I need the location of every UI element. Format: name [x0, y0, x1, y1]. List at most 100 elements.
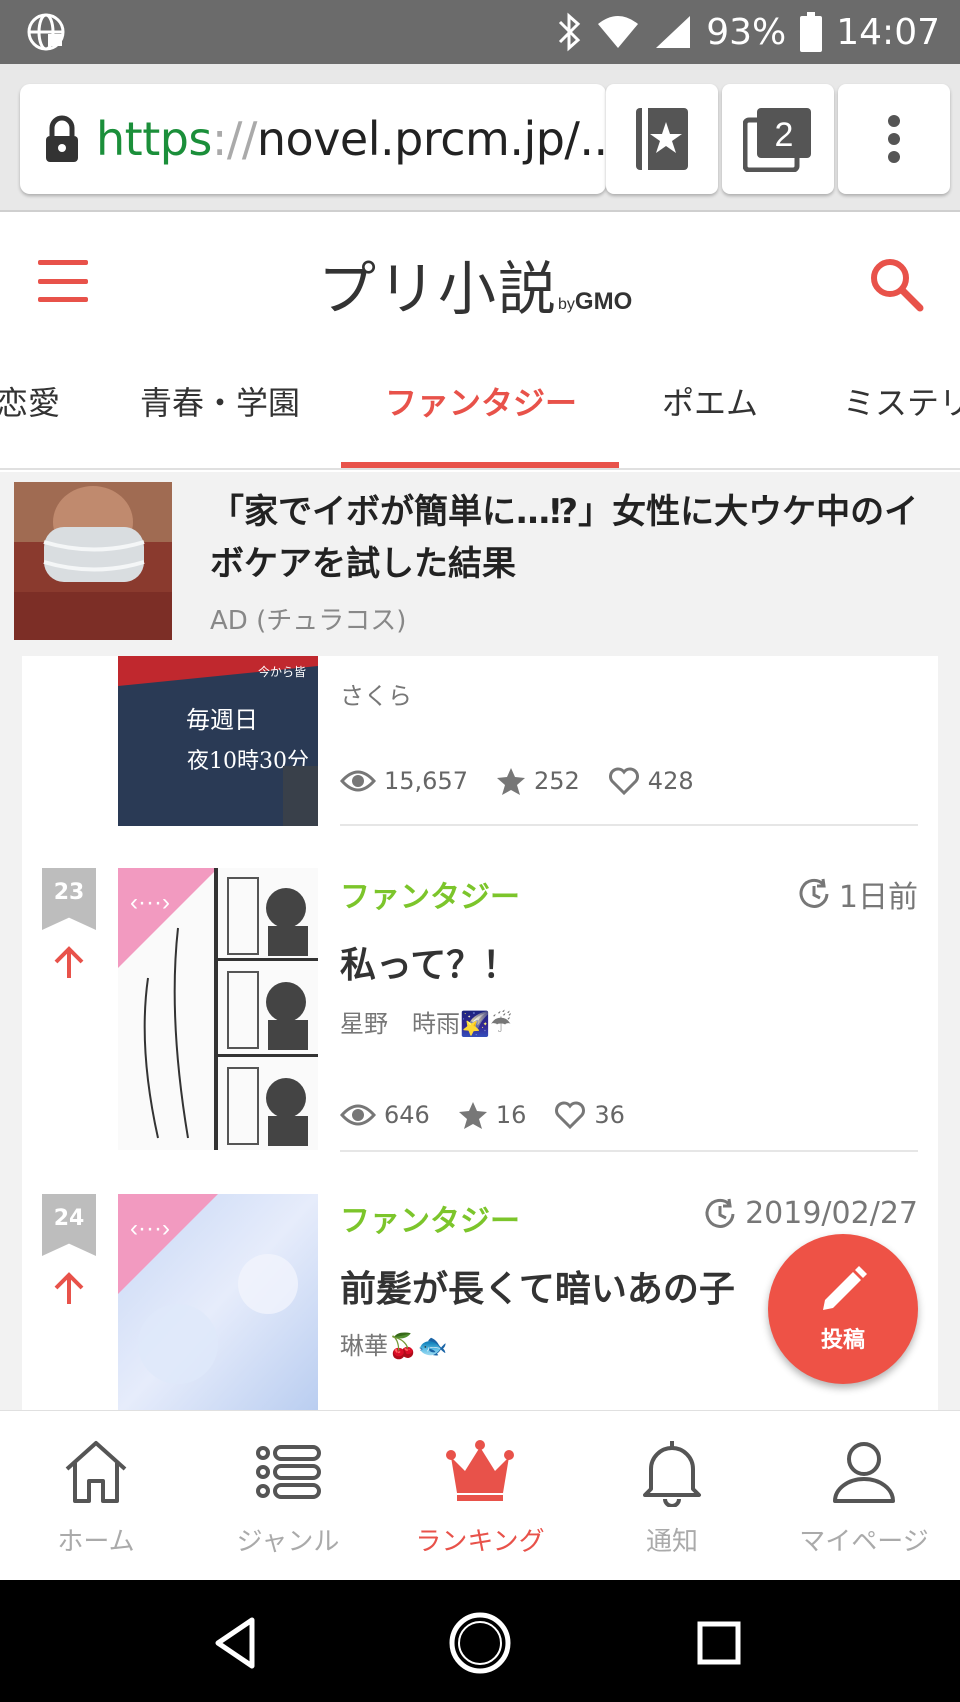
history-clock-icon [799, 878, 829, 908]
heart-icon [608, 767, 639, 796]
ad-title: 「家でイボが簡単に…⁉」女性に大ウケ中のイボケアを試した結果 [210, 492, 919, 584]
list-item[interactable]: 今から皆 毎週日 夜10時30分 さくら 15,657 252 428 [22, 656, 938, 828]
menu-bar-icon [38, 260, 88, 265]
svg-text:‹···›: ‹···› [130, 1215, 170, 1242]
ad-banner[interactable]: 「家でイボが簡単に…⁉」女性に大ウケ中のイボケアを試した結果 AD (チュラコス… [0, 472, 960, 642]
genre-tabs: 恋愛 青春・学園 ファンタジー ポエム ミステリ [0, 352, 960, 470]
novel-stats: 646 16 36 [340, 1100, 643, 1130]
novel-author: さくら [340, 682, 412, 710]
tab-poem[interactable]: ポエム [662, 378, 758, 424]
novel-thumbnail: ‹···› [118, 868, 318, 1150]
battery-percent: 93% [706, 11, 787, 53]
nav-ranking[interactable]: ランキング [384, 1411, 576, 1580]
app-header: プリ小説byGMO [0, 212, 960, 352]
tab-mystery[interactable]: ミステリ [843, 378, 960, 424]
home-icon [65, 1441, 127, 1503]
crown-icon [446, 1440, 514, 1501]
like-count: 428 [647, 767, 694, 795]
novel-title: 私って？！ [340, 945, 519, 986]
bluetooth-icon [556, 12, 582, 52]
status-bar: 93% 14:07 [0, 0, 960, 64]
battery-icon [800, 12, 823, 52]
view-count: 646 [384, 1101, 430, 1129]
nav-home[interactable]: ホーム [0, 1411, 192, 1580]
overflow-menu-button[interactable] [838, 84, 950, 194]
nav-genre-label: ジャンル [236, 1527, 340, 1557]
ad-image [14, 482, 172, 640]
search-icon[interactable] [866, 254, 926, 314]
hamburger-menu-button[interactable] [38, 260, 88, 302]
novel-thumbnail: 今から皆 毎週日 夜10時30分 [118, 656, 318, 826]
rank-up-arrow-icon [54, 1272, 84, 1304]
system-navigation-bar [0, 1580, 960, 1702]
novel-title: 前髪が長くて暗いあの子 [340, 1269, 735, 1310]
site-logo[interactable]: プリ小説byGMO [318, 242, 632, 326]
post-button-label: 投稿 [820, 1328, 865, 1353]
nav-mypage[interactable]: マイページ [768, 1411, 960, 1580]
tab-romance[interactable]: 恋愛 [0, 378, 60, 424]
svg-text:毎週日: 毎週日 [186, 706, 258, 734]
nav-mypage-label: マイページ [799, 1527, 929, 1557]
browser-toolbar: https://novel.prcm.jp/... 2 [0, 64, 960, 212]
bookmark-star-icon [636, 108, 688, 170]
more-vert-icon [888, 115, 900, 163]
menu-bar-icon [38, 278, 88, 284]
rank-up-arrow-icon [54, 946, 84, 978]
novel-author: 星野 時雨🌠☔ [340, 1010, 512, 1038]
back-icon[interactable] [206, 1610, 272, 1676]
star-icon [458, 1102, 487, 1129]
signal-icon [654, 14, 692, 50]
heart-icon [555, 1101, 586, 1130]
svg-text:今から皆: 今から皆 [258, 664, 306, 679]
star-count: 252 [533, 767, 580, 795]
novel-thumbnail: ‹···› [118, 1194, 318, 1410]
eye-icon [340, 770, 376, 792]
nav-genre[interactable]: ジャンル [192, 1411, 384, 1580]
tabs-icon: 2 [743, 108, 811, 172]
like-count: 36 [594, 1101, 625, 1129]
star-icon [496, 768, 525, 795]
tab-youth-school[interactable]: 青春・学園 [140, 378, 300, 424]
menu-bar-icon [38, 297, 88, 302]
list-item[interactable]: 23 ‹···› ファンタジー 1日前 私って？！ 星野 時雨🌠☔ 646 16… [22, 868, 938, 1158]
updated-time: 1日前 [797, 872, 918, 916]
svg-text:‹···›: ‹···› [130, 889, 170, 916]
ad-source: AD (チュラコス) [210, 606, 407, 636]
url-text: https://novel.prcm.jp/... [96, 112, 606, 166]
rank-badge: 24 [42, 1194, 96, 1256]
genre-label: ファンタジー [340, 1204, 520, 1239]
svg-text:2: 2 [775, 116, 794, 154]
tab-fantasy[interactable]: ファンタジー [385, 378, 577, 424]
rank-badge: 23 [42, 868, 96, 930]
lock-icon [46, 115, 78, 162]
active-tab-indicator [341, 462, 619, 468]
home-circle-icon[interactable] [447, 1610, 513, 1676]
post-button[interactable]: 投稿 [768, 1234, 918, 1384]
wifi-icon [596, 14, 640, 50]
eye-icon [340, 1104, 376, 1126]
novel-stats: 15,657 252 428 [340, 766, 712, 796]
list-icon [256, 1445, 321, 1499]
history-clock-icon [705, 1198, 735, 1228]
nav-home-label: ホーム [57, 1527, 135, 1557]
divider [340, 824, 918, 826]
recents-icon[interactable] [686, 1610, 752, 1676]
nav-ranking-label: ランキング [415, 1527, 545, 1557]
clock: 14:07 [836, 11, 940, 53]
nav-notifications-label: 通知 [645, 1527, 698, 1557]
vpn-globe-icon [27, 13, 65, 51]
person-icon [833, 1442, 895, 1503]
divider [340, 1150, 918, 1152]
bookmark-button[interactable] [606, 84, 718, 194]
address-bar[interactable]: https://novel.prcm.jp/... [20, 84, 606, 194]
bottom-navigation: ホーム ジャンル ランキング 通知 マイページ [0, 1410, 960, 1580]
pencil-icon [823, 1266, 867, 1310]
novel-author: 琳華🍒🐟 [340, 1332, 448, 1360]
view-count: 15,657 [384, 767, 468, 795]
genre-label: ファンタジー [340, 880, 520, 915]
star-count: 16 [495, 1101, 527, 1129]
tabs-button[interactable]: 2 [722, 84, 834, 194]
updated-time: 2019/02/27 [703, 1196, 918, 1231]
nav-notifications[interactable]: 通知 [576, 1411, 768, 1580]
bell-icon [643, 1441, 701, 1507]
